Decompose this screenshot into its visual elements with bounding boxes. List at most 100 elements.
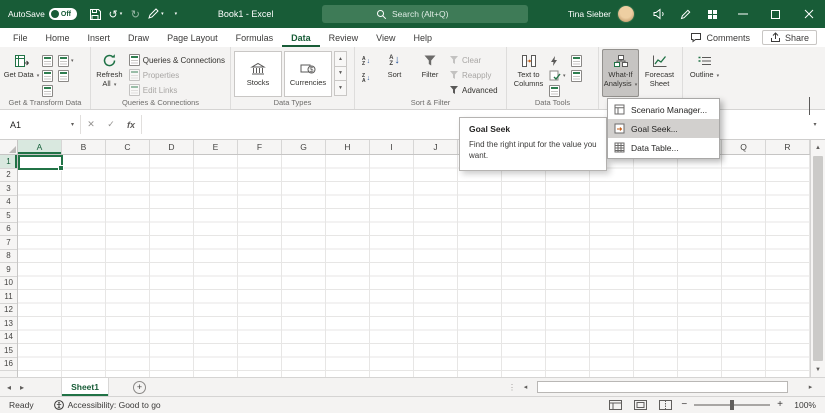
from-web-button[interactable] — [42, 70, 53, 82]
outline-button[interactable]: Outline ▾ — [686, 49, 723, 97]
menu-item-scenario-manager[interactable]: Scenario Manager... — [608, 100, 719, 119]
queries-connections-button[interactable]: Queries & Connections — [127, 53, 227, 67]
comments-button[interactable]: Comments — [690, 32, 750, 43]
sheet-tab-sheet1[interactable]: Sheet1 — [61, 378, 109, 396]
tab-review[interactable]: Review — [320, 28, 368, 47]
tab-page-layout[interactable]: Page Layout — [158, 28, 227, 47]
column-header-A[interactable]: A — [18, 140, 62, 154]
gallery-more-button[interactable]: ▼ — [334, 80, 347, 96]
customize-quick-access-button[interactable]: ▾ — [167, 4, 184, 24]
new-sheet-button[interactable]: + — [133, 381, 146, 394]
column-header-Q[interactable]: Q — [722, 140, 766, 154]
page-break-view-button[interactable] — [656, 399, 674, 412]
zoom-in-button[interactable]: + — [777, 400, 783, 410]
row-header-14[interactable]: 14 — [0, 331, 17, 345]
properties-button[interactable]: Properties — [127, 68, 227, 82]
sort-button[interactable]: AZ↓ Sort — [376, 49, 413, 97]
next-sheet-button[interactable]: ▸ — [20, 383, 24, 392]
menu-item-goal-seek[interactable]: Goal Seek... — [608, 119, 719, 138]
sort-descending-button[interactable]: ZA↓ — [358, 71, 374, 86]
menu-item-data-table[interactable]: Data Table... — [608, 138, 719, 157]
from-table-range-button[interactable] — [42, 85, 53, 97]
row-header-3[interactable]: 3 — [0, 182, 17, 196]
sort-ascending-button[interactable]: AZ↓ — [358, 54, 374, 69]
column-header-C[interactable]: C — [106, 140, 150, 154]
insert-function-button[interactable]: fx — [121, 110, 141, 139]
column-header-I[interactable]: I — [370, 140, 414, 154]
get-data-button[interactable]: Get Data ▾ — [3, 49, 40, 97]
row-header-13[interactable]: 13 — [0, 317, 17, 331]
row-header-8[interactable]: 8 — [0, 250, 17, 264]
pen-tool-button[interactable]: ▾ — [147, 4, 164, 24]
maximize-button[interactable] — [759, 0, 792, 28]
row-header-5[interactable]: 5 — [0, 209, 17, 223]
cancel-entry-button[interactable]: ✕ — [81, 110, 101, 139]
normal-view-button[interactable] — [606, 399, 624, 412]
clear-filter-button[interactable]: Clear — [447, 53, 500, 67]
tab-data[interactable]: Data — [282, 28, 320, 47]
scroll-left-button[interactable]: ◂ — [519, 378, 532, 396]
column-header-R[interactable]: R — [766, 140, 810, 154]
forecast-sheet-button[interactable]: Forecast Sheet — [641, 49, 678, 97]
accessibility-status[interactable]: Accessibility: Good to go — [54, 400, 161, 410]
ink-button[interactable] — [672, 0, 699, 28]
relationships-button[interactable] — [549, 85, 566, 97]
close-button[interactable] — [792, 0, 825, 28]
apps-button[interactable] — [699, 0, 726, 28]
flash-fill-button[interactable] — [549, 55, 566, 67]
zoom-level[interactable]: 100% — [790, 400, 816, 410]
feedback-button[interactable] — [645, 0, 672, 28]
scroll-down-button[interactable]: ▼ — [811, 362, 825, 377]
column-header-D[interactable]: D — [150, 140, 194, 154]
search-box[interactable] — [322, 5, 528, 23]
row-header-16[interactable]: 16 — [0, 358, 17, 372]
horizontal-scrollbar-thumb[interactable] — [537, 381, 788, 393]
vertical-scrollbar[interactable]: ▲ ▼ — [810, 140, 825, 377]
tab-home[interactable]: Home — [37, 28, 79, 47]
existing-connections-button[interactable] — [58, 70, 74, 82]
tab-view[interactable]: View — [367, 28, 404, 47]
tab-formulas[interactable]: Formulas — [227, 28, 283, 47]
tab-file[interactable]: File — [4, 28, 37, 47]
column-header-B[interactable]: B — [62, 140, 106, 154]
scroll-right-button[interactable]: ▸ — [804, 378, 817, 396]
expand-formula-bar-button[interactable]: ▾ — [805, 110, 825, 139]
reapply-filter-button[interactable]: Reapply — [447, 68, 500, 82]
data-validation-button[interactable]: ▾ — [549, 70, 566, 82]
vertical-scrollbar-thumb[interactable] — [813, 156, 823, 361]
autosave-toggle[interactable]: AutoSave Off — [8, 8, 77, 20]
remove-duplicates-button[interactable] — [571, 55, 582, 67]
horizontal-scrollbar[interactable] — [532, 378, 804, 396]
zoom-slider-thumb[interactable] — [730, 400, 734, 410]
name-box[interactable]: A1 ▾ — [0, 110, 80, 139]
undo-button[interactable]: ↺▾ — [107, 4, 124, 24]
column-header-G[interactable]: G — [282, 140, 326, 154]
cells-area[interactable] — [18, 155, 810, 377]
tab-help[interactable]: Help — [405, 28, 442, 47]
search-input[interactable] — [392, 9, 474, 19]
user-avatar[interactable] — [617, 5, 635, 23]
save-button[interactable] — [87, 4, 104, 24]
page-layout-view-button[interactable] — [631, 399, 649, 412]
scroll-up-button[interactable]: ▲ — [811, 140, 825, 155]
minimize-button[interactable] — [726, 0, 759, 28]
column-header-J[interactable]: J — [414, 140, 458, 154]
row-header-15[interactable]: 15 — [0, 344, 17, 358]
select-all-button[interactable] — [0, 140, 18, 154]
row-header-11[interactable]: 11 — [0, 290, 17, 304]
row-header-12[interactable]: 12 — [0, 304, 17, 318]
column-header-H[interactable]: H — [326, 140, 370, 154]
from-text-csv-button[interactable] — [42, 55, 53, 67]
stocks-tile[interactable]: Stocks — [234, 51, 282, 97]
what-if-analysis-button[interactable]: What-If Analysis ▾ — [602, 49, 639, 97]
tab-draw[interactable]: Draw — [119, 28, 158, 47]
selected-cell-A1[interactable] — [18, 155, 63, 170]
filter-button[interactable]: Filter — [415, 49, 445, 97]
tab-scrollbar-splitter[interactable]: ⋮ — [505, 378, 519, 396]
zoom-out-button[interactable]: − — [681, 400, 687, 410]
text-to-columns-button[interactable]: Text to Columns — [510, 49, 547, 97]
row-header-4[interactable]: 4 — [0, 196, 17, 210]
row-header-7[interactable]: 7 — [0, 236, 17, 250]
collapse-ribbon-button[interactable] — [809, 98, 819, 106]
row-header-6[interactable]: 6 — [0, 223, 17, 237]
